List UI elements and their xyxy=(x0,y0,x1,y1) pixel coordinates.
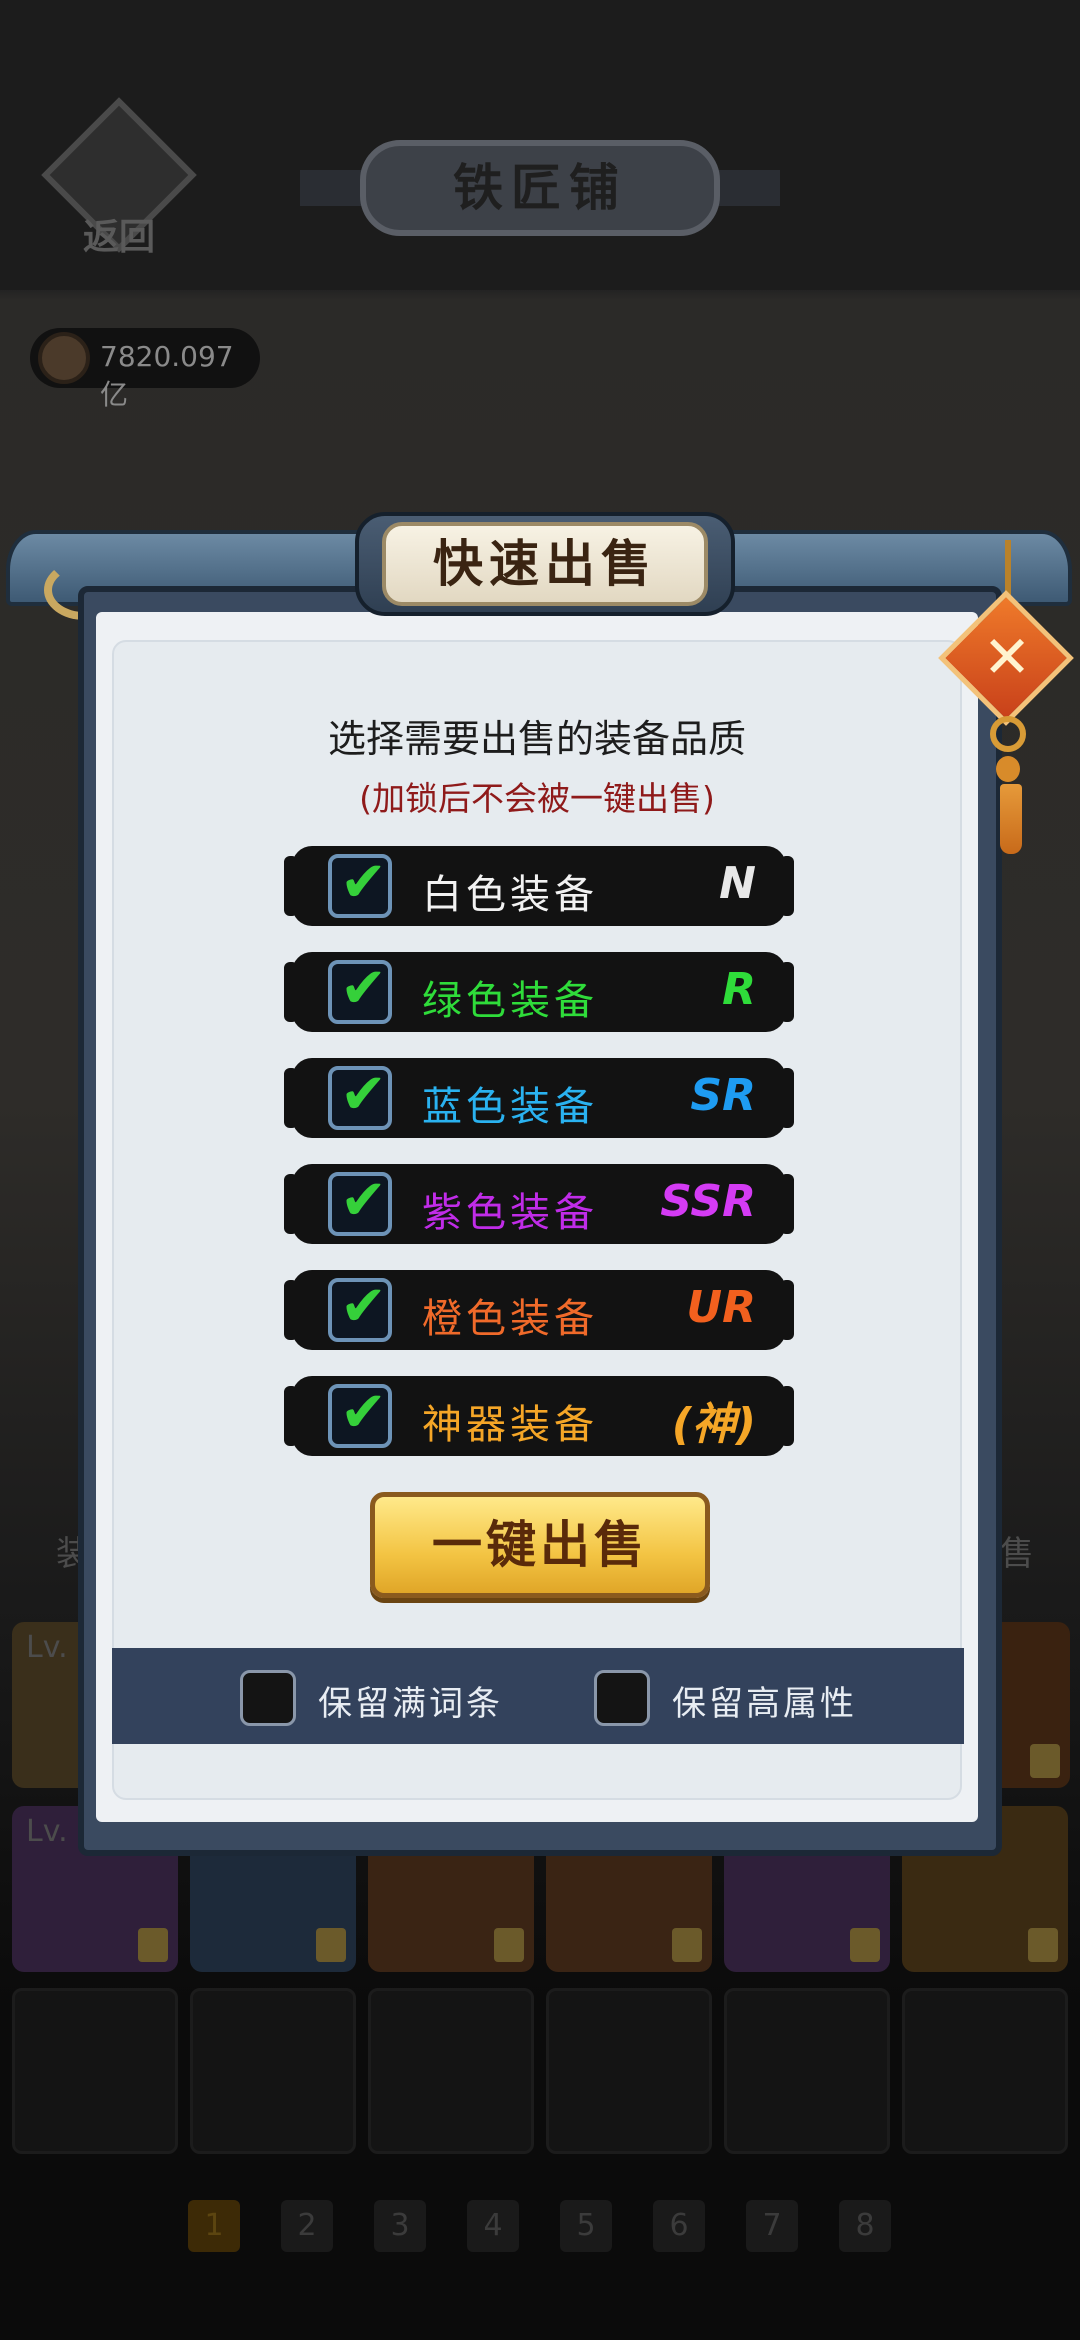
quality-row[interactable]: ✔ 神器装备 (神) xyxy=(284,1376,794,1456)
quality-rarity-tag: SSR xyxy=(660,1176,756,1227)
page-tab-6[interactable]: 6 xyxy=(653,2200,705,2252)
quality-rarity-tag: SR xyxy=(690,1070,756,1121)
quality-checkbox[interactable]: ✔ xyxy=(328,1274,392,1342)
quality-label: 白色装备 xyxy=(422,872,598,918)
quality-row[interactable]: ✔ 紫色装备 SSR xyxy=(284,1164,794,1244)
page-title: 铁匠铺 xyxy=(360,140,720,236)
empty-slot xyxy=(724,1988,890,2154)
quality-checkbox[interactable]: ✔ xyxy=(328,956,392,1024)
back-label: 返回 xyxy=(82,217,155,258)
quality-rarity-tag: (神) xyxy=(671,1399,756,1450)
dialog-prompt: 选择需要出售的装备品质 xyxy=(327,717,746,761)
lock-icon xyxy=(138,1928,168,1962)
quality-row[interactable]: ✔ 绿色装备 R xyxy=(284,952,794,1032)
checkmark-icon: ✔ xyxy=(340,1274,387,1339)
quality-rarity-tag: R xyxy=(722,964,756,1015)
empty-slot xyxy=(190,1988,356,2154)
retain-options-bar: 保留满词条 保留高属性 xyxy=(112,1648,964,1744)
back-button[interactable]: 返回 xyxy=(41,97,197,260)
page-tab-4[interactable]: 4 xyxy=(467,2200,519,2252)
lock-icon xyxy=(1030,1744,1060,1778)
one-click-sell-button[interactable]: 一键出售 xyxy=(370,1492,710,1598)
empty-slot xyxy=(12,1988,178,2154)
tassel-ring xyxy=(990,716,1026,752)
top-bar: 返回 铁匠铺 xyxy=(0,0,1080,290)
keep-high-stats-checkbox[interactable] xyxy=(594,1670,650,1726)
dialog-subprompt: (加锁后不会被一键出售) xyxy=(359,779,715,818)
keep-full-affix-label: 保留满词条 xyxy=(318,1684,503,1724)
tassel-bead xyxy=(996,756,1020,782)
quality-label: 橙色装备 xyxy=(422,1296,598,1342)
lock-icon xyxy=(1028,1928,1058,1962)
quality-checkbox[interactable]: ✔ xyxy=(328,1062,392,1130)
page-tab-2[interactable]: 2 xyxy=(281,2200,333,2252)
checkmark-icon: ✔ xyxy=(340,956,387,1021)
page-tab-8[interactable]: 8 xyxy=(839,2200,891,2252)
quality-row[interactable]: ✔ 白色装备 N xyxy=(284,846,794,926)
lock-icon xyxy=(850,1928,880,1962)
lock-icon xyxy=(494,1928,524,1962)
checkmark-icon: ✔ xyxy=(340,1380,387,1445)
checkmark-icon: ✔ xyxy=(340,850,387,915)
page-tab-3[interactable]: 3 xyxy=(374,2200,426,2252)
empty-slot xyxy=(902,1988,1068,2154)
dialog-title: 快速出售 xyxy=(382,522,708,606)
quality-rarity-tag: N xyxy=(719,858,756,909)
checkmark-icon: ✔ xyxy=(340,1062,387,1127)
item-level: Lv. xyxy=(26,1630,68,1665)
keep-high-stats-label: 保留高属性 xyxy=(672,1684,857,1724)
sell-tab-right[interactable]: 售 xyxy=(1000,1526,1034,1575)
tassel-tail xyxy=(1000,784,1022,854)
page-tab-1[interactable]: 1 xyxy=(188,2200,240,2252)
quality-row[interactable]: ✔ 橙色装备 UR xyxy=(284,1270,794,1350)
empty-slot xyxy=(546,1988,712,2154)
coin-counter: 7820.097亿 xyxy=(30,328,260,411)
quality-label: 蓝色装备 xyxy=(422,1084,598,1130)
empty-slot xyxy=(368,1988,534,2154)
coin-icon xyxy=(38,332,90,384)
item-level: Lv. xyxy=(26,1814,68,1849)
quality-checkbox[interactable]: ✔ xyxy=(328,850,392,918)
page-tab-5[interactable]: 5 xyxy=(560,2200,612,2252)
quality-rarity-tag: UR xyxy=(686,1282,756,1333)
page-tab-7[interactable]: 7 xyxy=(746,2200,798,2252)
lock-icon xyxy=(672,1928,702,1962)
quality-checkbox[interactable]: ✔ xyxy=(328,1168,392,1236)
quality-row[interactable]: ✔ 蓝色装备 SR xyxy=(284,1058,794,1138)
keep-full-affix-checkbox[interactable] xyxy=(240,1670,296,1726)
quality-label: 紫色装备 xyxy=(422,1190,598,1236)
quality-checkbox[interactable]: ✔ xyxy=(328,1380,392,1448)
quality-label: 神器装备 xyxy=(422,1402,598,1448)
checkmark-icon: ✔ xyxy=(340,1168,387,1233)
coin-value: 7820.097亿 xyxy=(100,340,234,411)
lock-icon xyxy=(316,1928,346,1962)
close-icon[interactable]: ✕ xyxy=(962,612,1052,702)
quality-label: 绿色装备 xyxy=(422,978,598,1024)
